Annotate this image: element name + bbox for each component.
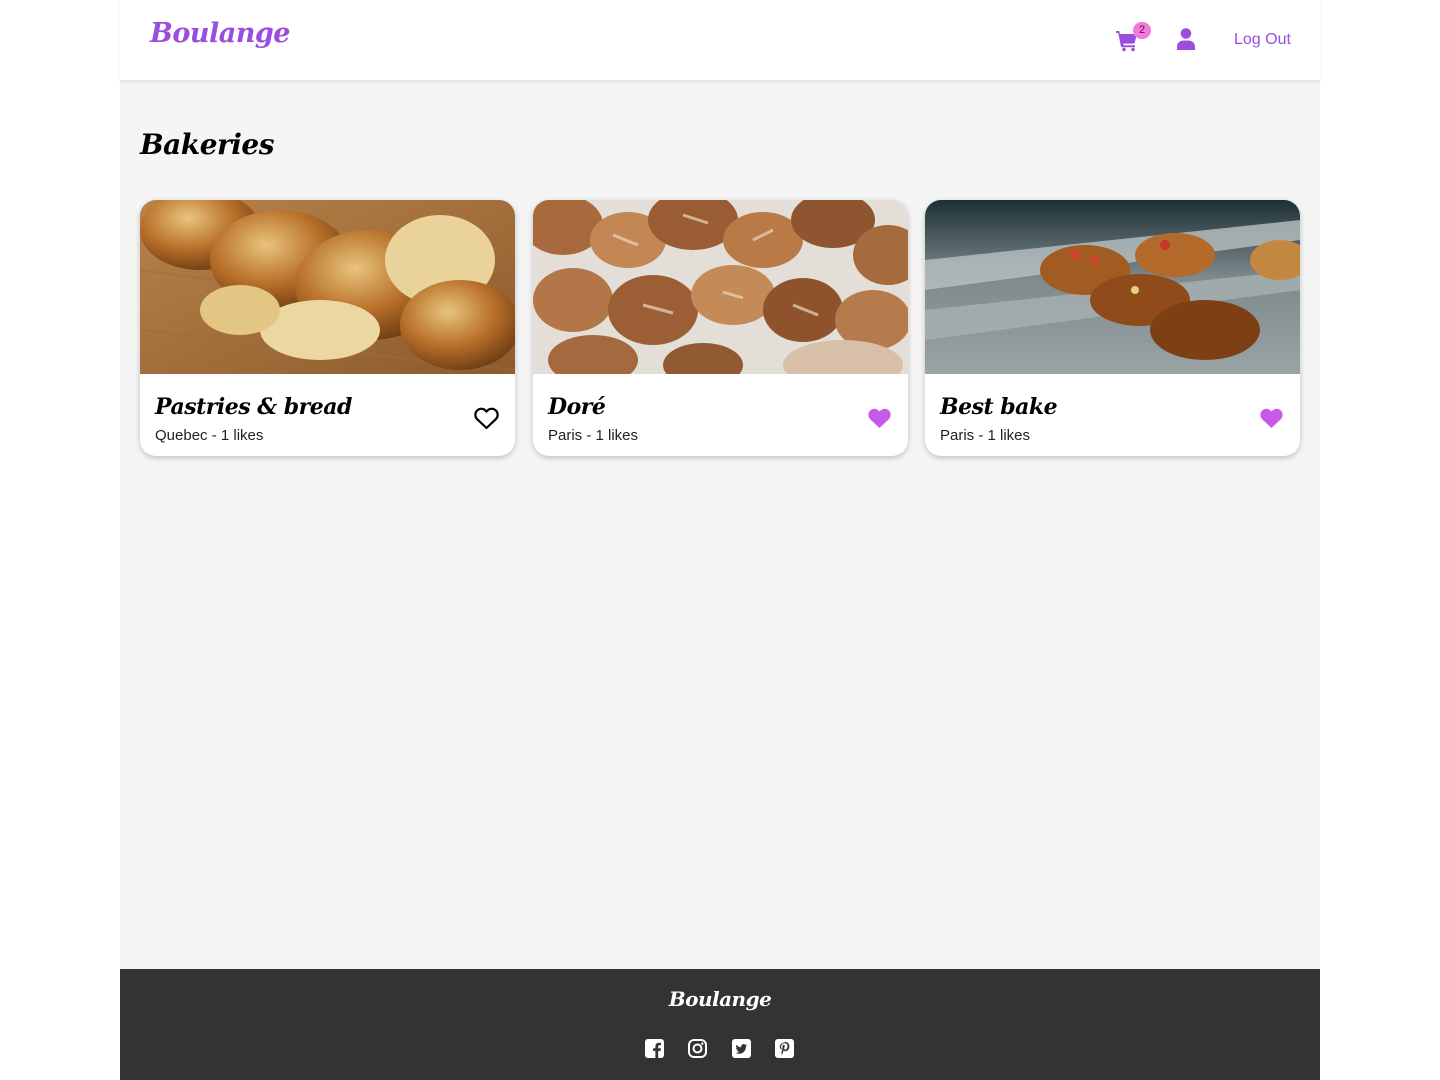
bakery-card[interactable]: Pastries & bread Quebec - 1 likes [140, 200, 515, 456]
braided-brioche-photo [140, 200, 515, 374]
bread-loaves-photo [533, 200, 908, 374]
heart-outline-icon[interactable] [474, 407, 499, 430]
bakery-location-likes: Paris - 1 likes [548, 427, 639, 444]
bakery-card[interactable]: Best bake Paris - 1 likes [925, 200, 1300, 456]
bakery-location-likes: Quebec - 1 likes [155, 427, 264, 444]
twitter-icon[interactable] [732, 1039, 751, 1058]
bakery-location-likes: Paris - 1 likes [940, 427, 1031, 444]
top-navbar: Boulange 2 Log Out [120, 0, 1320, 80]
footer-logo: Boulange [668, 987, 772, 1011]
heart-filled-icon[interactable] [867, 407, 892, 430]
brand-logo[interactable]: Boulange [150, 18, 290, 49]
logout-link[interactable]: Log Out [1234, 31, 1291, 49]
facebook-icon[interactable] [645, 1039, 664, 1058]
bakery-card-list: Pastries & bread Quebec - 1 likes Doré P… [140, 200, 1300, 456]
page-title: Bakeries [140, 128, 275, 161]
bakery-name: Best bake [940, 394, 1058, 420]
page: Boulange 2 Log Out Bakeries Pastries & b… [120, 0, 1320, 1080]
footer [120, 969, 1320, 1080]
user-icon[interactable] [1177, 28, 1195, 50]
bakery-name: Pastries & bread [155, 394, 352, 420]
pinterest-icon[interactable] [775, 1039, 794, 1058]
instagram-icon[interactable] [688, 1039, 707, 1058]
cart-count-badge: 2 [1133, 22, 1151, 39]
croissant-display-photo [925, 200, 1300, 374]
heart-filled-icon[interactable] [1259, 407, 1284, 430]
bakery-card[interactable]: Doré Paris - 1 likes [533, 200, 908, 456]
bakery-name: Doré [548, 394, 606, 420]
